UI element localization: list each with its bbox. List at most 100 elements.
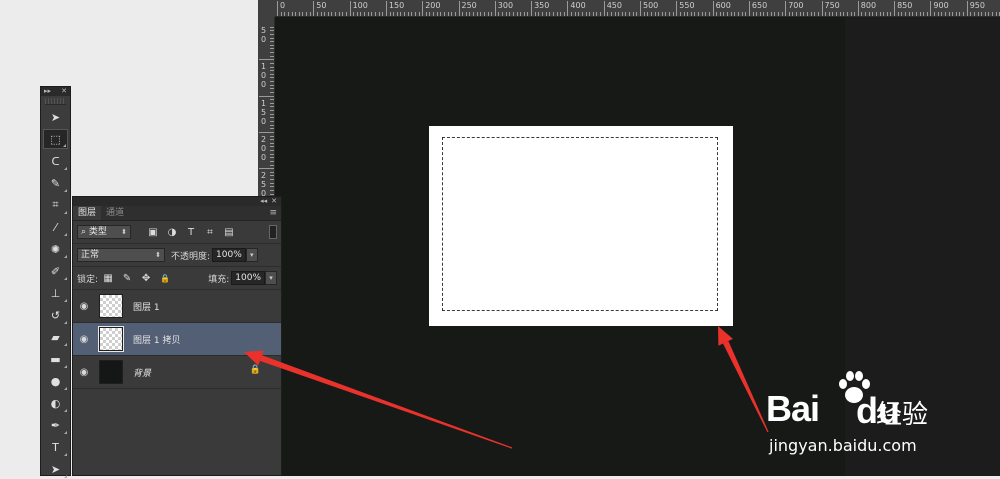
ruler-major-tick (259, 168, 274, 170)
ruler-minor-tick (585, 12, 587, 16)
opacity-input[interactable]: 100% (212, 248, 246, 262)
ruler-minor-tick (342, 12, 344, 16)
ruler-minor-tick (396, 12, 398, 16)
lock-position-icon[interactable]: ✥ (139, 273, 153, 284)
ruler-minor-tick (839, 12, 841, 16)
ruler-minor-tick (270, 193, 274, 195)
eyedropper-icon: ⁄ (54, 220, 57, 234)
layer-name[interactable]: 背景 (133, 366, 151, 379)
tab-layers[interactable]: 图层 (73, 206, 102, 220)
collapse-icon[interactable]: ▸▸ (44, 87, 51, 96)
panel-tab-bar: 图层 通道 ≡ (73, 206, 281, 221)
ruler-major-tick (966, 1, 968, 16)
ruler-minor-tick (919, 12, 921, 16)
ruler-minor-tick (502, 12, 504, 16)
ruler-minor-tick (777, 12, 779, 16)
lock-transparent-icon[interactable]: ▦ (101, 273, 115, 284)
marquee-selection[interactable] (442, 137, 718, 311)
pen-tool[interactable]: ✒ (43, 415, 68, 435)
collapse-icon[interactable]: ◂◂ (260, 197, 267, 206)
shape-filter-icon[interactable]: ⌗ (203, 227, 217, 238)
ruler-minor-tick (963, 12, 965, 16)
visibility-eye-icon[interactable]: ◉ (73, 367, 95, 378)
layer-row[interactable]: ◉ 图层 1 拷贝 (73, 323, 281, 356)
history-brush-tool[interactable]: ↺ (43, 305, 68, 325)
ruler-minor-tick (327, 12, 329, 16)
healing-brush-tool[interactable]: ✺ (43, 239, 68, 259)
layer-name[interactable]: 图层 1 拷贝 (133, 333, 180, 346)
ruler-minor-tick (491, 12, 493, 16)
quick-selection-tool[interactable]: ✎ (43, 173, 68, 193)
fill-slider-button[interactable]: ▾ (265, 271, 277, 285)
ruler-minor-tick (730, 12, 732, 16)
ruler-minor-tick (952, 12, 954, 16)
lock-all-icon[interactable]: 🔒 (158, 274, 172, 283)
ruler-minor-tick (433, 12, 435, 16)
filter-kind-dropdown[interactable]: ⌕ 类型 ⬍ (77, 225, 131, 239)
layer-thumbnail[interactable] (99, 360, 123, 384)
pixel-filter-icon[interactable]: ▣ (146, 227, 160, 238)
crop-tool[interactable]: ⌗ (43, 195, 68, 215)
eraser-tool[interactable]: ▰ (43, 327, 68, 347)
panel-menu-icon[interactable]: ≡ (269, 206, 277, 220)
lock-label: 锁定: (77, 274, 99, 285)
ruler-minor-tick (465, 12, 467, 16)
layer-row[interactable]: ◉ 背景 🔒 (73, 356, 281, 389)
ruler-minor-tick (270, 157, 274, 159)
ruler-minor-tick (665, 12, 667, 16)
ruler-minor-tick (995, 12, 997, 16)
eyedropper-tool[interactable]: ⁄ (43, 217, 68, 237)
panel-grip[interactable] (45, 98, 66, 105)
blend-mode-dropdown[interactable]: 正常 ⬍ (77, 248, 165, 262)
visibility-eye-icon[interactable]: ◉ (73, 301, 95, 312)
path-selection-tool[interactable]: ➤ (43, 459, 68, 479)
rect-marquee-tool[interactable]: ⬚ (43, 129, 68, 149)
clone-stamp-tool[interactable]: ⊥ (43, 283, 68, 303)
gradient-tool[interactable]: ▬ (43, 349, 68, 369)
visibility-eye-icon[interactable]: ◉ (73, 334, 95, 345)
lock-image-icon[interactable]: ✎ (120, 273, 134, 284)
ruler-label: 200 (261, 134, 267, 162)
layer-name[interactable]: 图层 1 (133, 300, 160, 313)
document-canvas[interactable] (429, 126, 733, 326)
layer-list: ◉ 图层 1 ◉ 图层 1 拷贝 ◉ 背景 🔒 (73, 290, 281, 389)
close-icon[interactable]: ✕ (61, 87, 67, 96)
ruler-minor-tick (886, 12, 888, 16)
ruler-label: 150 (261, 98, 267, 126)
ruler-label: 700 (788, 1, 804, 10)
blur-tool[interactable]: ● (43, 371, 68, 391)
brush-tool[interactable]: ✐ (43, 261, 68, 281)
ruler-minor-tick (270, 146, 274, 148)
tab-channels[interactable]: 通道 (101, 206, 129, 220)
tools-panel: ▸▸ ✕ ➤ ⬚ ᑕ ✎ ⌗ ⁄ ✺ ✐ ⊥ ↺ ▰ ▬ ● ◐ ✒ T ➤ (40, 86, 71, 479)
opacity-slider-button[interactable]: ▾ (245, 248, 258, 262)
ruler-minor-tick (552, 12, 554, 16)
ruler-minor-tick (287, 12, 289, 16)
filter-toggle[interactable] (269, 225, 277, 239)
ruler-minor-tick (756, 12, 758, 16)
ruler-minor-tick (270, 52, 274, 54)
ruler-minor-tick (683, 12, 685, 16)
layer-thumbnail[interactable] (98, 326, 124, 352)
layer-thumbnail[interactable] (99, 294, 123, 318)
ruler-minor-tick (836, 12, 838, 16)
close-icon[interactable]: ✕ (271, 197, 277, 206)
ruler-minor-tick (270, 102, 274, 104)
ruler-minor-tick (509, 12, 511, 16)
ruler-minor-tick (560, 12, 562, 16)
type-tool[interactable]: T (43, 437, 68, 457)
lasso-tool[interactable]: ᑕ (43, 151, 68, 171)
fill-input[interactable]: 100% (231, 271, 265, 285)
ruler-minor-tick (647, 12, 649, 16)
smart-object-filter-icon[interactable]: ▤ (222, 227, 236, 238)
ruler-minor-tick (850, 12, 852, 16)
move-tool[interactable]: ➤ (43, 107, 68, 127)
ruler-minor-tick (371, 12, 373, 16)
horizontal-ruler[interactable]: 0 50 100 150 200 250 300 350 400 450 500 550 600 650 7… (275, 0, 1000, 17)
ruler-minor-tick (306, 12, 308, 16)
adjustment-filter-icon[interactable]: ◑ (165, 227, 179, 238)
ruler-major-tick (385, 1, 387, 16)
layer-row[interactable]: ◉ 图层 1 (73, 290, 281, 323)
dodge-tool[interactable]: ◐ (43, 393, 68, 413)
type-filter-icon[interactable]: T (184, 227, 198, 238)
